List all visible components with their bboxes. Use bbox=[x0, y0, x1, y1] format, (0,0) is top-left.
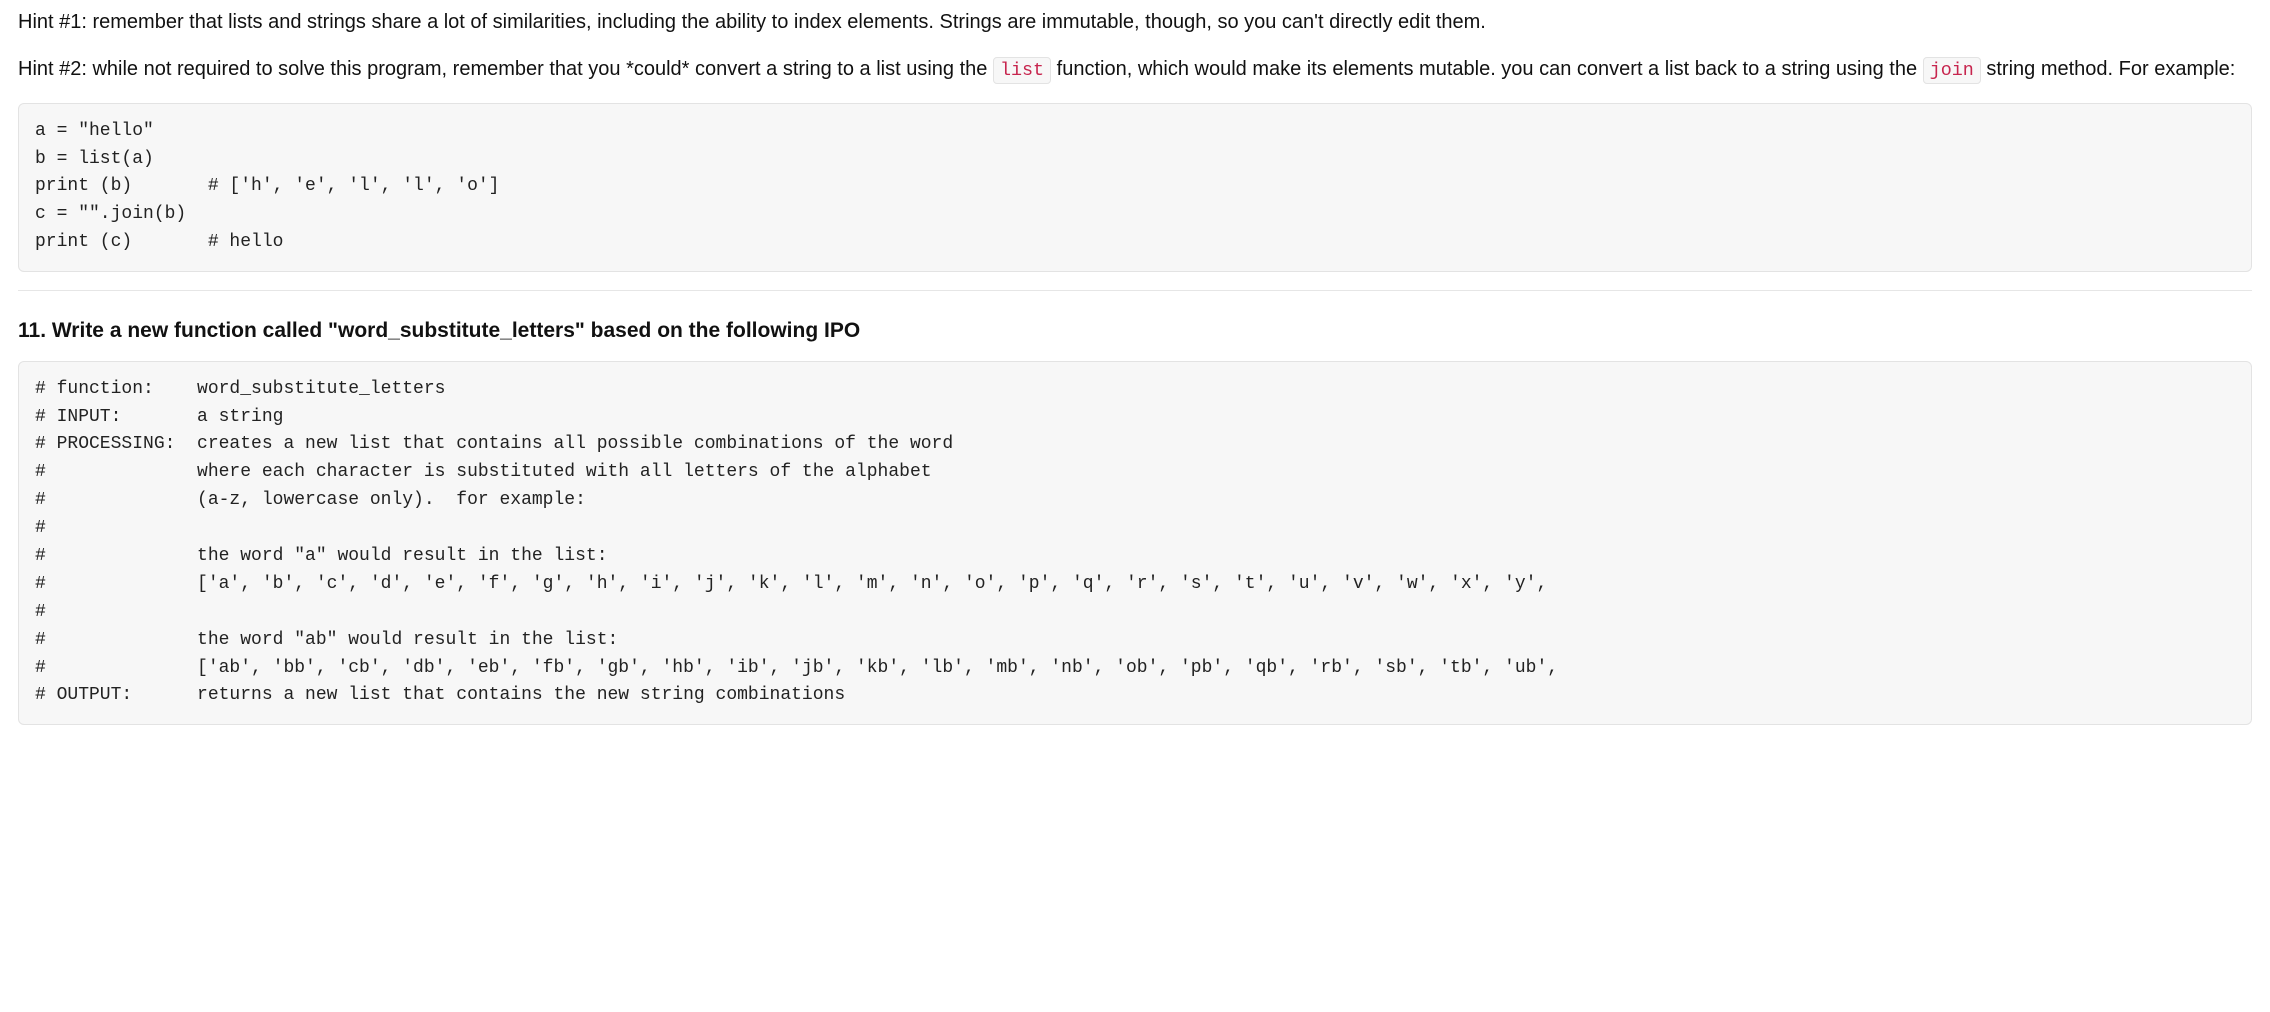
inline-code-list: list bbox=[993, 57, 1051, 84]
hint-2-text: Hint #2: while not required to solve thi… bbox=[18, 55, 2252, 85]
section-divider bbox=[18, 290, 2252, 291]
inline-code-join: join bbox=[1923, 57, 1981, 84]
hint-2-part-1: Hint #2: while not required to solve thi… bbox=[18, 58, 993, 80]
hint-2-part-3: string method. For example: bbox=[1981, 58, 2236, 80]
code-ipo-block: # function: word_substitute_letters # IN… bbox=[18, 361, 2252, 726]
question-11-title: 11. Write a new function called "word_su… bbox=[18, 315, 2252, 347]
hint-1-text: Hint #1: remember that lists and strings… bbox=[18, 8, 2252, 37]
code-example-1: a = "hello" b = list(a) print (b) # ['h'… bbox=[18, 103, 2252, 272]
hint-2-part-2: function, which would make its elements … bbox=[1051, 58, 1923, 80]
